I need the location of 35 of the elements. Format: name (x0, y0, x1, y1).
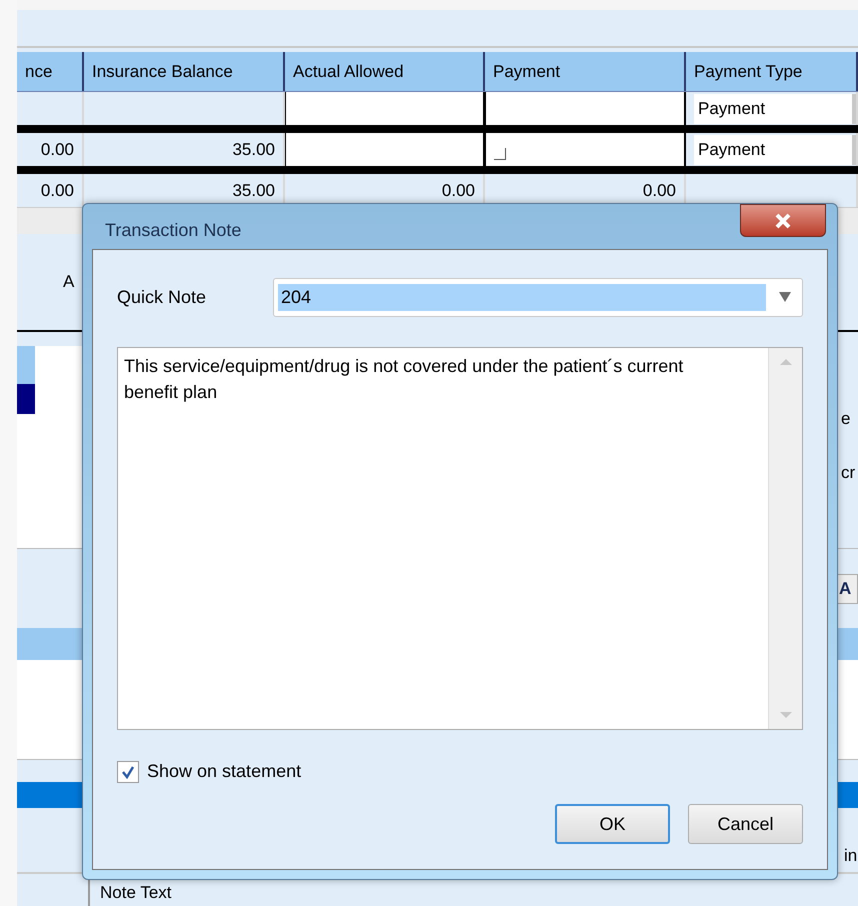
scroll-up-icon (778, 358, 792, 366)
checkmark-icon (121, 764, 135, 778)
note-text-area[interactable]: This service/equipment/drug is not covered under the patient´s current benefit plan (117, 347, 803, 730)
side-label: in (844, 844, 858, 866)
dropdown-arrow-icon (778, 291, 792, 303)
table-cell-text: 0.00 (442, 180, 475, 202)
side-label: cr (840, 462, 856, 484)
panel-label: A (63, 271, 74, 294)
scrollbar[interactable] (768, 348, 802, 729)
scroll-down-icon (778, 711, 792, 719)
close-button[interactable] (740, 204, 826, 237)
show-on-statement-checkbox[interactable] (117, 760, 139, 782)
side-label: e (840, 408, 852, 430)
table-cell-text: 0.00 (40, 180, 74, 202)
payment-type-dropdown[interactable]: Payment (694, 134, 852, 164)
selected-list-row[interactable] (17, 384, 35, 414)
table-input[interactable] (285, 92, 485, 125)
close-icon (774, 212, 792, 228)
add-button[interactable]: A (836, 574, 858, 604)
list-header-cell (17, 346, 35, 384)
quick-note-label: Quick Note (117, 286, 208, 308)
note-text: This service/equipment/drug is not covered under the patient´s current benefit plan (124, 355, 684, 404)
table-cell-text: 35.00 (232, 180, 275, 202)
table-input[interactable] (485, 133, 686, 166)
table-cell-text: 0.00 (40, 138, 74, 161)
dialog-button[interactable]: Cancel (688, 804, 803, 844)
table-input[interactable] (485, 92, 686, 125)
show-on-statement-label: Show on statement (147, 760, 302, 783)
dialog-title: Transaction Note (105, 219, 242, 242)
payment-type-dropdown[interactable]: Payment (694, 94, 852, 124)
table-cell-text: 35.00 (232, 138, 275, 161)
table-input[interactable] (285, 133, 485, 166)
table-cell-text: 0.00 (642, 180, 676, 202)
quick-note-dropdown[interactable]: 204 (273, 278, 803, 316)
dialog-button[interactable]: OK (555, 804, 670, 844)
